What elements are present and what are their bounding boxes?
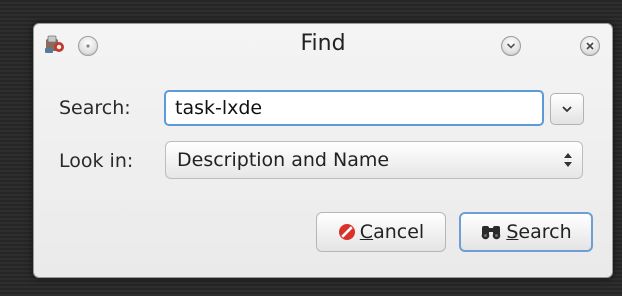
minimize-button[interactable]: [501, 36, 521, 56]
chevron-down-icon: [562, 106, 572, 113]
search-label: Search:: [59, 97, 131, 119]
title-bar[interactable]: Find: [34, 24, 612, 66]
search-history-button[interactable]: [550, 93, 584, 125]
search-input[interactable]: [164, 90, 544, 126]
close-icon: [586, 42, 594, 50]
up-down-arrows-icon: [564, 153, 572, 167]
search-mnemonic: S: [506, 221, 519, 243]
cancel-button[interactable]: Cancel: [316, 212, 446, 252]
cancel-icon: [338, 223, 356, 241]
cancel-label: ancel: [373, 221, 425, 243]
look-in-label: Look in:: [59, 150, 134, 172]
cancel-mnemonic: C: [359, 221, 374, 243]
find-dialog: Find Search: Look in: Description and Na…: [33, 23, 613, 278]
chevron-down-icon: [506, 43, 516, 49]
close-button[interactable]: [580, 36, 600, 56]
look-in-select[interactable]: Description and Name: [165, 141, 583, 179]
search-button[interactable]: Search: [459, 212, 593, 252]
binoculars-icon: [480, 224, 502, 240]
look-in-selected-value: Description and Name: [177, 149, 390, 171]
window-title: Find: [300, 31, 346, 56]
search-button-label: earch: [518, 221, 572, 243]
